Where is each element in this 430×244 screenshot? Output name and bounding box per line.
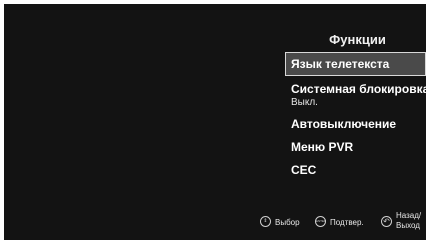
menu-item-value: Выкл. [291, 97, 318, 108]
menu-item-pvr-menu[interactable]: Меню PVR [285, 136, 426, 159]
hint-confirm-label: Подтвер. [330, 218, 364, 227]
hint-select-label: Выбор [275, 218, 300, 227]
return-icon: ↶ [381, 216, 392, 227]
menu-item-teletext-language[interactable]: Язык телетекста [285, 52, 426, 76]
menu-item-label: Меню PVR [291, 140, 354, 154]
menu-item-label: Язык телетекста [291, 57, 390, 71]
hint-back-line-1: Назад/ [396, 211, 422, 220]
enter-icon: ENTER [315, 216, 326, 227]
up-down-navigation-icon: ⇕ [260, 216, 271, 227]
tv-screen: Функции Язык телетекста Системная блокир… [4, 4, 426, 240]
menu-item-system-lock[interactable]: Системная блокировка Выкл. [285, 79, 426, 113]
menu-title: Функции [329, 32, 386, 47]
button-hint-bar: ⇕ Выбор ENTER Подтвер. ↶ Назад/ Выход [4, 204, 426, 240]
menu-item-auto-off[interactable]: Автовыключение [285, 113, 426, 136]
hint-back-line-2: Выход [396, 221, 420, 230]
menu-item-cec[interactable]: CEC [285, 159, 426, 182]
menu-item-label: Системная блокировка [291, 82, 426, 96]
hint-back-label: Назад/ Выход [396, 211, 421, 231]
menu-item-label: CEC [291, 163, 317, 177]
menu-item-label: Автовыключение [291, 117, 397, 131]
options-menu: Язык телетекста Системная блокировка Вык… [285, 52, 426, 182]
